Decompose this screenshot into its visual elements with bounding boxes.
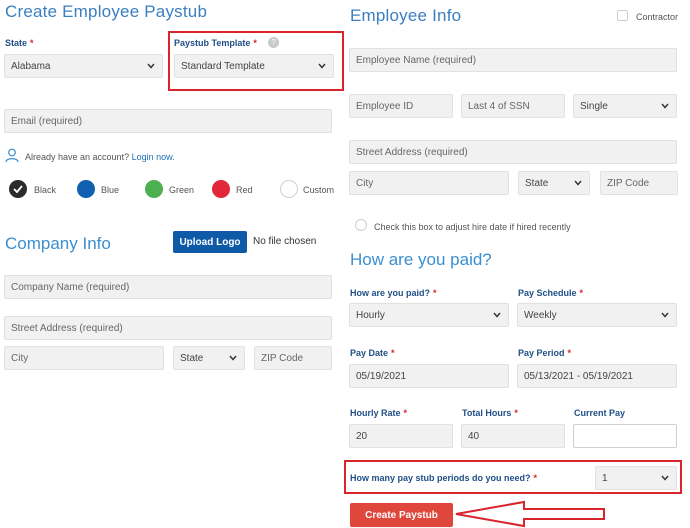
account-prompt: Already have an account? Login now. xyxy=(25,152,175,162)
company-city-placeholder: City xyxy=(11,352,29,364)
hire-date-checkbox[interactable] xyxy=(355,219,367,231)
employee-name-placeholder: Employee Name (required) xyxy=(356,54,477,66)
email-placeholder: Email (required) xyxy=(11,115,83,127)
periods-select-value: 1 xyxy=(602,472,608,484)
employee-state-value: State xyxy=(525,177,549,189)
login-link[interactable]: Login now. xyxy=(132,152,175,162)
hourly-rate-label: Hourly Rate * xyxy=(350,408,408,418)
company-zip-field[interactable]: ZIP Code xyxy=(254,346,332,370)
ssn-field[interactable]: Last 4 of SSN xyxy=(461,94,565,118)
upload-logo-button[interactable]: Upload Logo xyxy=(173,231,247,253)
periods-select[interactable]: 1 xyxy=(595,466,677,490)
color-blue-label: Blue xyxy=(101,185,120,195)
create-paystub-button[interactable]: Create Paystub xyxy=(350,503,453,527)
pay-info-heading: How are you paid? xyxy=(350,250,492,269)
chevron-down-icon xyxy=(146,61,156,71)
periods-label: How many pay stub periods do you need? * xyxy=(350,473,538,483)
state-select-value: Alabama xyxy=(11,60,51,72)
help-icon[interactable]: ? xyxy=(268,37,279,48)
employee-street-placeholder: Street Address (required) xyxy=(356,146,468,158)
hire-date-text: Check this box to adjust hire date if hi… xyxy=(374,222,571,232)
total-hours-label: Total Hours * xyxy=(462,408,518,418)
template-label: Paystub Template * xyxy=(174,38,257,48)
company-zip-placeholder: ZIP Code xyxy=(261,352,304,364)
employee-city-placeholder: City xyxy=(356,177,374,189)
pay-period-field[interactable]: 05/13/2021 - 05/19/2021 xyxy=(517,364,677,388)
paid-type-select[interactable]: Hourly xyxy=(349,303,509,327)
no-file-text: No file chosen xyxy=(253,236,317,247)
ssn-placeholder: Last 4 of SSN xyxy=(468,100,530,112)
color-red-swatch[interactable] xyxy=(212,180,230,198)
check-icon xyxy=(13,185,23,194)
employee-id-placeholder: Employee ID xyxy=(356,100,414,112)
pay-date-field[interactable]: 05/19/2021 xyxy=(349,364,509,388)
pay-date-label: Pay Date * xyxy=(350,348,395,358)
color-custom-label: Custom xyxy=(303,185,335,195)
pay-schedule-select[interactable]: Weekly xyxy=(517,303,677,327)
chevron-down-icon xyxy=(660,101,670,111)
employee-zip-field[interactable]: ZIP Code xyxy=(600,171,678,195)
chevron-down-icon xyxy=(660,473,670,483)
company-name-placeholder: Company Name (required) xyxy=(11,281,130,293)
total-hours-value: 40 xyxy=(468,430,480,442)
color-blue-swatch[interactable] xyxy=(77,180,95,198)
employee-street-field[interactable]: Street Address (required) xyxy=(349,140,677,164)
color-red-label: Red xyxy=(236,185,253,195)
company-city-field[interactable]: City xyxy=(4,346,164,370)
employee-state-select[interactable]: State xyxy=(518,171,590,195)
chevron-down-icon xyxy=(492,310,502,320)
state-label: State * xyxy=(5,38,34,48)
company-name-field[interactable]: Company Name (required) xyxy=(4,275,332,299)
chevron-down-icon xyxy=(660,310,670,320)
marital-status-select[interactable]: Single xyxy=(573,94,677,118)
employee-zip-placeholder: ZIP Code xyxy=(607,177,650,189)
company-street-placeholder: Street Address (required) xyxy=(11,322,123,334)
email-field[interactable]: Email (required) xyxy=(4,109,332,133)
page-title: Create Employee Paystub xyxy=(5,2,208,21)
current-pay-field[interactable] xyxy=(573,424,677,448)
employee-id-field[interactable]: Employee ID xyxy=(349,94,453,118)
color-custom-swatch[interactable] xyxy=(280,180,298,198)
chevron-down-icon xyxy=(228,353,238,363)
color-green-label: Green xyxy=(169,185,195,195)
employee-city-field[interactable]: City xyxy=(349,171,509,195)
employee-name-field[interactable]: Employee Name (required) xyxy=(349,48,677,72)
chevron-down-icon xyxy=(573,178,583,188)
pointer-arrow-icon xyxy=(455,500,605,528)
current-pay-label: Current Pay xyxy=(574,408,626,418)
pay-period-value: 05/13/2021 - 05/19/2021 xyxy=(524,370,633,382)
template-select[interactable]: Standard Template xyxy=(174,54,334,78)
contractor-checkbox[interactable] xyxy=(617,10,628,21)
company-street-field[interactable]: Street Address (required) xyxy=(4,316,332,340)
pay-period-label: Pay Period * xyxy=(518,348,572,358)
user-icon xyxy=(5,148,19,163)
paid-type-label: How are you paid? * xyxy=(350,288,437,298)
paid-type-value: Hourly xyxy=(356,309,385,321)
color-black-swatch[interactable] xyxy=(9,180,27,198)
contractor-label: Contractor xyxy=(636,12,679,22)
pay-schedule-label: Pay Schedule * xyxy=(518,288,584,298)
template-select-value: Standard Template xyxy=(181,60,265,72)
color-green-swatch[interactable] xyxy=(145,180,163,198)
company-info-heading: Company Info xyxy=(5,234,111,253)
color-black-label: Black xyxy=(34,185,57,195)
marital-status-value: Single xyxy=(580,100,608,112)
total-hours-field[interactable]: 40 xyxy=(461,424,565,448)
pay-date-value: 05/19/2021 xyxy=(356,370,407,382)
company-state-select[interactable]: State xyxy=(173,346,245,370)
company-state-value: State xyxy=(180,352,204,364)
pay-schedule-value: Weekly xyxy=(524,309,557,321)
state-select[interactable]: Alabama xyxy=(4,54,163,78)
chevron-down-icon xyxy=(317,61,327,71)
employee-info-heading: Employee Info xyxy=(350,6,462,25)
hourly-rate-field[interactable]: 20 xyxy=(349,424,453,448)
hourly-rate-value: 20 xyxy=(356,430,368,442)
